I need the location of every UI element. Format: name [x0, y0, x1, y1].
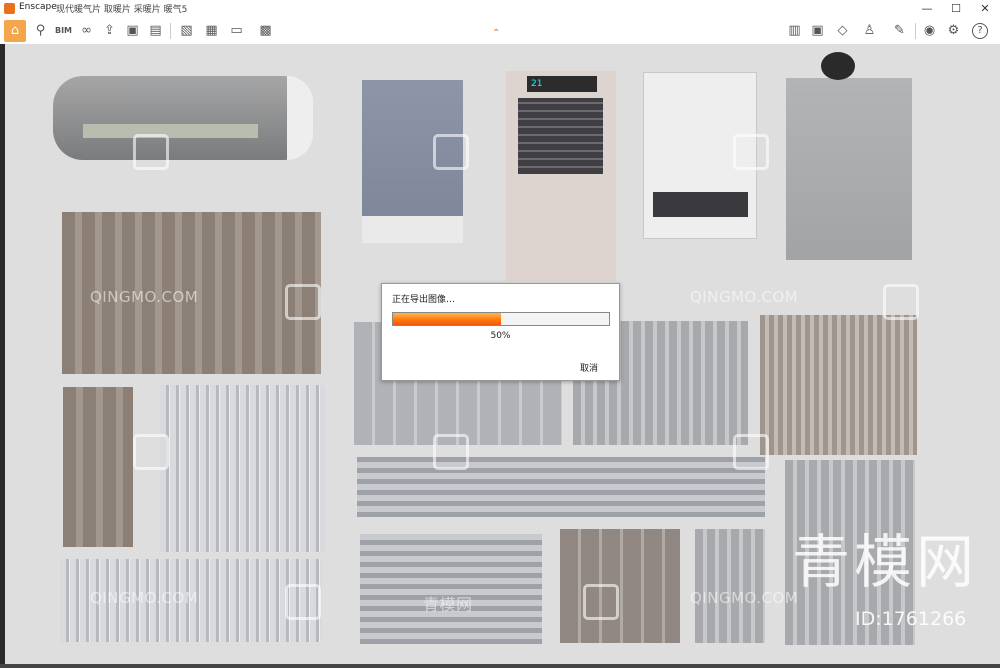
watermark-brand-text: 青模网 [792, 528, 979, 596]
watermark-text: QINGMO.COM [690, 288, 799, 306]
radiator-towel-rail [360, 534, 542, 644]
water-heater-label [83, 124, 258, 138]
watermark-text: QINGMO.COM [690, 589, 799, 607]
batch-render-icon[interactable]: ▦ [202, 21, 221, 40]
clapper-icon[interactable]: ▤ [146, 21, 165, 40]
progress-percent-text: 50% [490, 331, 511, 341]
home-button[interactable]: ⌂ [4, 20, 26, 42]
watermark-logo-icon [733, 134, 769, 170]
home-icon: ⌂ [10, 23, 20, 38]
progress-bar [392, 312, 610, 326]
gas-heater-panel [362, 216, 463, 243]
watermark-logo-icon [133, 434, 169, 470]
radiator-aluminium-bronze [560, 529, 680, 643]
water-heater-cylinder [53, 76, 313, 160]
progress-bar-fill [393, 313, 501, 325]
video-export-icon[interactable]: ▭ [227, 21, 246, 40]
binoculars-icon[interactable]: ∞ [77, 21, 96, 40]
map-icon[interactable]: ▥ [785, 21, 804, 40]
watermark-logo-icon [733, 434, 769, 470]
dialog-title: 正在导出图像… [392, 295, 456, 305]
gear-icon[interactable]: ⚙ [944, 21, 963, 40]
boiler-grey [786, 78, 912, 260]
radiator-plate-beige [760, 315, 917, 455]
enscape-logo-icon [4, 3, 15, 14]
watermark-logo-icon [433, 134, 469, 170]
radiator-column-white [160, 385, 325, 552]
panorama-icon[interactable]: ▣ [808, 21, 827, 40]
water-heater-endcap [287, 76, 313, 160]
close-button[interactable]: ✕ [971, 0, 999, 17]
title-bar: Enscape 现代暖气片 取暖片 采暖片 暖气5 — ☐ ✕ [0, 0, 1000, 18]
document-title: 现代暖气片 取暖片 采暖片 暖气5 [56, 5, 188, 15]
radiator-horizontal-tube [357, 457, 765, 517]
air-conditioner-display: 21 [527, 76, 597, 92]
toolbar-separator [170, 23, 171, 39]
watermark-text: QINGMO.COM [90, 288, 199, 306]
radiator-oil-filled [695, 529, 765, 643]
watermark-center-text: 青模网 [423, 595, 473, 614]
collapse-toolbar-chevron-icon[interactable]: ⌃ [492, 28, 500, 39]
eye-icon[interactable]: ◉ [920, 21, 939, 40]
location-icon[interactable]: ⚲ [31, 21, 50, 40]
radiator-small-bronze [63, 387, 133, 547]
watermark-id-text: ID:1761266 [855, 608, 967, 630]
watermark-logo-icon [133, 134, 169, 170]
cancel-button[interactable]: 取消 [580, 361, 598, 374]
watermark-logo-icon [433, 434, 469, 470]
bim-icon[interactable]: BIM [54, 21, 73, 40]
watermark-logo-icon [285, 584, 321, 620]
app-name: Enscape [19, 2, 57, 12]
watermark-logo-icon [883, 284, 919, 320]
settings-tool-icon[interactable]: ✎ [890, 21, 909, 40]
watermark-logo-icon [583, 584, 619, 620]
cube-icon[interactable]: ◇ [833, 21, 852, 40]
bottom-window-edge [0, 664, 1000, 668]
boiler-control-panel [653, 192, 748, 217]
asset-icon[interactable]: ♙ [860, 21, 879, 40]
minimize-button[interactable]: — [913, 0, 941, 17]
maximize-button[interactable]: ☐ [942, 0, 970, 17]
help-icon[interactable]: ? [972, 23, 988, 39]
export-icon[interactable]: ⇪ [100, 21, 119, 40]
exe-export-icon[interactable]: ▩ [256, 21, 275, 40]
air-conditioner-vent [518, 98, 603, 174]
box-icon[interactable]: ▣ [123, 21, 142, 40]
screenshot-icon[interactable]: ▧ [177, 21, 196, 40]
boiler-flue [821, 52, 855, 80]
export-progress-dialog: 正在导出图像… 50% 取消 [381, 283, 620, 381]
toolbar-separator [915, 23, 916, 39]
watermark-text: QINGMO.COM [90, 589, 199, 607]
watermark-logo-icon [285, 284, 321, 320]
